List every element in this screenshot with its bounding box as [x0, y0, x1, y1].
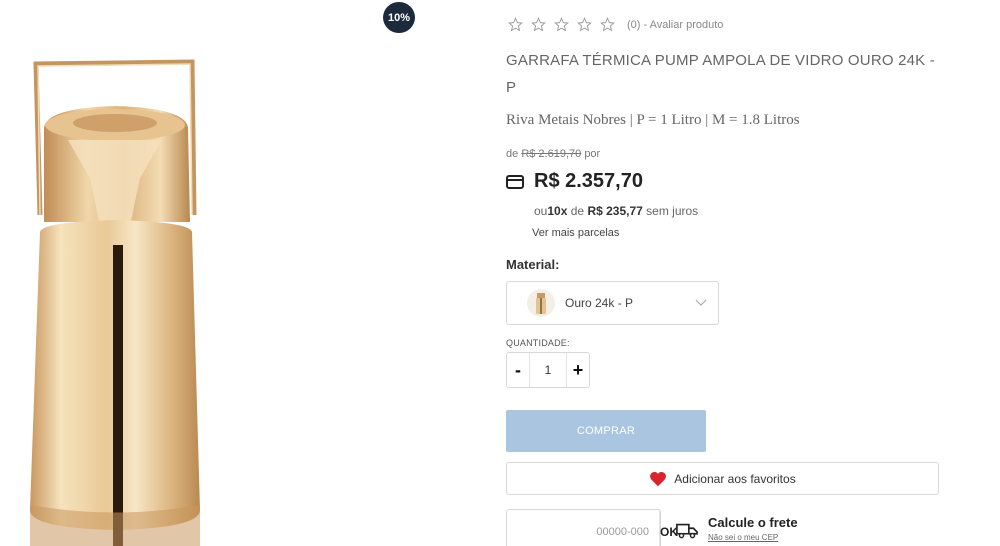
- star-icon[interactable]: [600, 17, 615, 32]
- old-price-prefix: de: [506, 148, 519, 160]
- thermos-illustration: [30, 59, 200, 546]
- cep-input[interactable]: [507, 510, 659, 546]
- material-selected-value: Ouro 24k - P: [565, 296, 634, 310]
- thermos-thumb-icon: [536, 293, 546, 314]
- star-icon[interactable]: [508, 17, 523, 32]
- installments-info: ou10x de R$ 235,77 sem juros: [534, 204, 698, 218]
- current-price: R$ 2.357,70: [534, 170, 643, 192]
- favorite-label: Adicionar aos favoritos: [674, 471, 796, 486]
- star-icon[interactable]: [554, 17, 569, 32]
- quantity-increase-button[interactable]: +: [567, 353, 589, 387]
- heart-icon: [650, 471, 667, 486]
- old-price: R$ 2.619,70: [521, 148, 582, 160]
- old-price-suffix: por: [584, 148, 601, 160]
- credit-card-icon: [506, 174, 524, 189]
- installment-mid: de: [570, 204, 585, 218]
- material-thumbnail: [527, 289, 555, 317]
- installment-suffix: sem juros: [646, 204, 699, 218]
- add-to-favorites-button[interactable]: Adicionar aos favoritos: [506, 462, 939, 495]
- product-image[interactable]: [0, 0, 300, 546]
- more-installments-link[interactable]: Ver mais parcelas: [532, 227, 619, 239]
- star-icon[interactable]: [577, 17, 592, 32]
- shipping-title: Calcule o frete: [708, 515, 798, 530]
- product-subtitle: Riva Metais Nobres | P = 1 Litro | M = 1…: [506, 112, 800, 128]
- rating-link[interactable]: (0) - Avaliar produto: [627, 19, 723, 31]
- buy-button[interactable]: COMPRAR: [506, 410, 706, 452]
- installment-count: 10x: [547, 204, 568, 218]
- shipping-text: Calcule o frete Não sei o meu CEP: [708, 515, 798, 542]
- material-label: Material:: [506, 257, 560, 272]
- installment-value: R$ 235,77: [587, 204, 643, 218]
- truck-icon: [676, 523, 698, 539]
- quantity-stepper[interactable]: - 1 +: [506, 352, 590, 388]
- star-icon[interactable]: [531, 17, 546, 32]
- shipping-calculator: Calcule o frete Não sei o meu CEP: [676, 515, 798, 542]
- cep-form: OK: [506, 509, 678, 546]
- quantity-value[interactable]: 1: [529, 353, 567, 387]
- quantity-decrease-button[interactable]: -: [507, 353, 529, 387]
- product-rating[interactable]: (0) - Avaliar produto: [508, 17, 723, 32]
- product-title: GARRAFA TÉRMICA PUMP AMPOLA DE VIDRO OUR…: [506, 52, 935, 96]
- old-price-line: de R$ 2.619,70 por: [506, 148, 600, 160]
- installment-prefix: ou: [534, 204, 548, 218]
- unknown-cep-link[interactable]: Não sei o meu CEP: [708, 533, 798, 542]
- material-select[interactable]: Ouro 24k - P: [506, 281, 719, 325]
- discount-badge: 10%: [383, 2, 415, 33]
- chevron-down-icon[interactable]: [694, 296, 708, 310]
- price-row: R$ 2.357,70: [506, 170, 643, 193]
- quantity-label: QUANTIDADE:: [506, 338, 570, 348]
